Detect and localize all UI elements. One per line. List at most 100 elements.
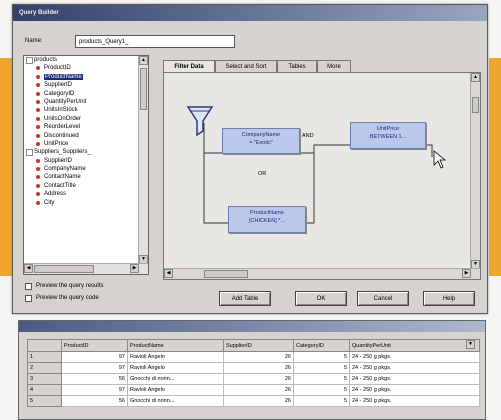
tree-field-item[interactable]: City xyxy=(24,199,148,207)
field-icon xyxy=(36,167,40,172)
table-row[interactable]: 2 97 Ravioli Angelo 26 5 24 - 250 g pkgs. xyxy=(27,362,480,374)
scroll-up-arrow-icon[interactable]: ▲ xyxy=(471,73,480,82)
tree-table-node[interactable]: Suppliers_Suppliers_ xyxy=(24,148,148,157)
table-row[interactable]: 5 56 Gnocchi di nonn... 26 5 24 - 250 g pkgs. xyxy=(27,395,480,407)
tree-field-item[interactable]: SupplierID xyxy=(24,157,148,165)
funnel-icon xyxy=(186,106,214,137)
filter-canvas[interactable]: CompanyName = "Exotic" AND UnitPrice BET… xyxy=(163,72,481,280)
tree-table-node[interactable]: products xyxy=(24,56,148,64)
table-row[interactable]: 3 56 Gnocchi di nonn... 26 5 24 - 250 g pkgs. xyxy=(27,373,480,385)
tree-field-item[interactable]: UnitsOnOrder xyxy=(24,115,148,123)
tree-vertical-scrollbar[interactable]: ▲ ▼ xyxy=(138,56,148,264)
cancel-button[interactable]: Cancel xyxy=(357,291,409,306)
ok-button[interactable]: OK xyxy=(295,291,347,306)
tree-item-label: Discontinued xyxy=(44,132,79,139)
name-label: Name: xyxy=(25,38,43,44)
add-table-button[interactable]: Add Table xyxy=(219,291,271,306)
preview-code-checkbox[interactable] xyxy=(25,295,32,302)
tree-field-item[interactable]: Address xyxy=(24,190,148,198)
query-name-input[interactable]: products_Query1_ xyxy=(75,35,235,48)
table-cell: Gnocchi di nonn... xyxy=(127,373,224,385)
tab-more[interactable]: More xyxy=(317,60,351,72)
filter-node-company-name[interactable]: CompanyName = "Exotic" xyxy=(222,128,300,154)
node-unitprice-condition: BETWEEN 1... xyxy=(369,134,407,140)
tree-scroll-thumb[interactable] xyxy=(140,68,147,110)
tree-horizontal-scrollbar[interactable]: ◀ ▶ xyxy=(24,263,148,274)
scroll-left-arrow-icon[interactable]: ◀ xyxy=(24,264,33,273)
table-cell: 24 - 250 g pkgs. xyxy=(349,351,480,363)
tree-field-item[interactable]: ReorderLevel xyxy=(24,123,148,131)
table-row[interactable]: 1 97 Ravioli Angelo 26 5 24 - 250 g pkgs. xyxy=(27,351,480,363)
preview-results-checkbox[interactable] xyxy=(25,283,32,290)
tab-select-and-sort[interactable]: Select and Sort xyxy=(215,60,277,72)
filter-node-product-name[interactable]: ProductName [CHICKEN] *... xyxy=(228,206,306,233)
preview-results-label: Preview the query results xyxy=(36,283,104,289)
field-icon xyxy=(36,66,40,71)
and-operator-label: AND xyxy=(302,133,314,139)
table-cell: 24 - 250 g pkgs. xyxy=(349,373,480,385)
field-icon xyxy=(36,141,40,146)
preview-code-label: Preview the query code xyxy=(36,295,99,301)
tree-field-item[interactable]: ContactTitle xyxy=(24,182,148,190)
field-tree[interactable]: products ProductID ProductName SupplierID Ca… xyxy=(23,55,149,275)
tree-hscroll-thumb[interactable] xyxy=(34,265,94,273)
tree-field-item[interactable]: UnitsInStock xyxy=(24,106,148,114)
field-tree-rows: products ProductID ProductName SupplierID Ca… xyxy=(24,56,148,207)
column-header[interactable]: ProductName xyxy=(127,339,224,352)
results-table[interactable]: ProductID ProductName SupplierID CategoryID… xyxy=(27,339,480,407)
field-icon xyxy=(36,125,40,130)
canvas-hscroll-thumb[interactable] xyxy=(204,270,248,278)
expand-box-icon[interactable] xyxy=(26,57,33,64)
tree-item-label: UnitsOnOrder xyxy=(44,115,82,122)
table-cell: 5 xyxy=(293,373,350,385)
scroll-right-arrow-icon[interactable]: ▶ xyxy=(130,264,139,273)
column-header[interactable]: QuantityPerUnit xyxy=(349,339,480,352)
field-icon xyxy=(36,158,40,163)
results-titlebar xyxy=(19,321,485,332)
tree-field-item[interactable]: CompanyName xyxy=(24,165,148,173)
tree-item-label: UnitPrice xyxy=(44,140,69,147)
tree-item-label: ProductID xyxy=(44,65,71,72)
canvas-vertical-scrollbar[interactable]: ▲ ▼ xyxy=(470,73,480,269)
tree-field-item[interactable]: CategoryID xyxy=(24,90,148,98)
tree-field-item[interactable]: ProductName xyxy=(24,73,148,81)
help-button[interactable]: Help xyxy=(423,291,475,306)
results-header-row: ProductID ProductName SupplierID CategoryID… xyxy=(27,339,480,352)
filter-node-unit-price[interactable]: UnitPrice BETWEEN 1... xyxy=(350,122,426,149)
field-icon xyxy=(36,200,40,205)
results-dropdown-icon[interactable]: ▼ xyxy=(466,340,475,349)
node-unitprice-field: UnitPrice xyxy=(376,126,400,132)
tree-field-item[interactable]: QuantityPerUnit xyxy=(24,98,148,106)
scroll-up-arrow-icon[interactable]: ▲ xyxy=(139,56,148,65)
expand-box-icon[interactable] xyxy=(26,149,33,157)
table-cell: 26 xyxy=(223,351,294,363)
tree-field-item[interactable]: Discontinued xyxy=(24,132,148,140)
tree-field-item[interactable]: UnitPrice xyxy=(24,140,148,148)
table-cell: 24 - 250 g pkgs. xyxy=(349,395,480,407)
scroll-left-arrow-icon[interactable]: ◀ xyxy=(164,269,173,278)
or-operator-label: OR xyxy=(258,171,267,177)
table-row[interactable]: 4 97 Ravioli Angelo 26 5 24 - 250 g pkgs. xyxy=(27,384,480,396)
column-header[interactable]: SupplierID xyxy=(223,339,294,352)
table-cell: 97 xyxy=(61,362,128,374)
tab-tables[interactable]: Tables xyxy=(277,60,317,72)
column-header[interactable] xyxy=(27,339,62,352)
table-cell: 56 xyxy=(61,395,128,407)
canvas-horizontal-scrollbar[interactable]: ◀ ▶ xyxy=(164,268,480,279)
row-number-cell: 4 xyxy=(27,384,62,396)
table-cell: Ravioli Angelo xyxy=(127,362,224,374)
tree-field-item[interactable]: ContactName xyxy=(24,173,148,181)
column-header[interactable]: ProductID xyxy=(61,339,128,352)
row-number-cell: 1 xyxy=(27,351,62,363)
scroll-right-arrow-icon[interactable]: ▶ xyxy=(462,269,471,278)
row-number-cell: 3 xyxy=(27,373,62,385)
column-header[interactable]: CategoryID xyxy=(293,339,350,352)
connector-unitprice-end xyxy=(426,144,433,157)
table-cell: 5 xyxy=(293,351,350,363)
canvas-vscroll-thumb[interactable] xyxy=(472,97,479,113)
tree-item-label: Suppliers_Suppliers_ xyxy=(34,149,91,156)
tree-field-item[interactable]: SupplierID xyxy=(24,81,148,89)
connector-funnel-product xyxy=(203,153,228,224)
tree-field-item[interactable]: ProductID xyxy=(24,64,148,72)
field-icon xyxy=(36,99,40,104)
